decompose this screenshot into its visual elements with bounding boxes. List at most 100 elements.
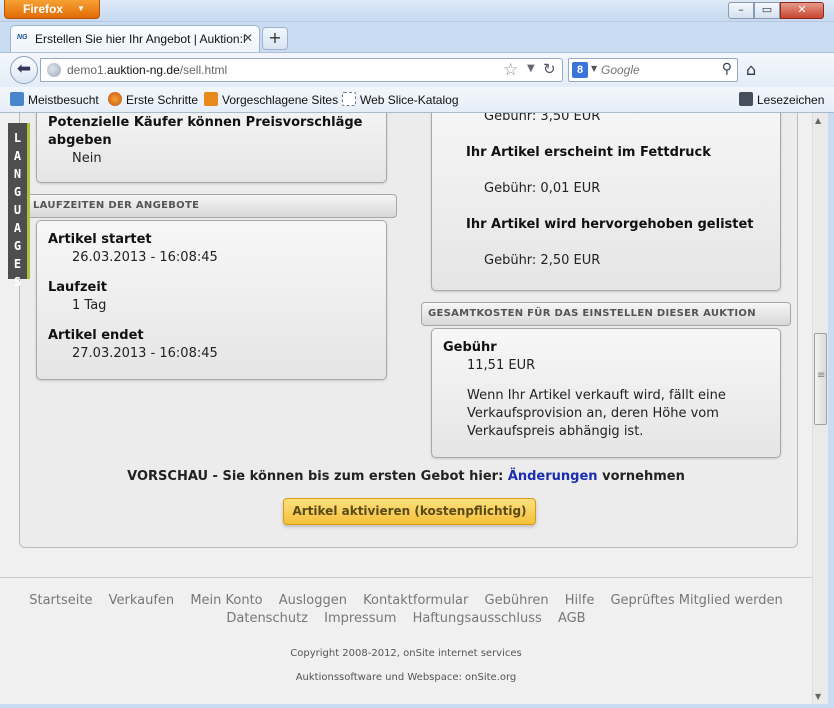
- footer-link-home[interactable]: Startseite: [29, 593, 92, 608]
- browser-tab[interactable]: NG Erstellen Sie hier Ihr Angebot | Aukt…: [10, 25, 260, 52]
- search-engine-icon[interactable]: 8: [572, 62, 588, 78]
- search-icon[interactable]: ⚲: [722, 61, 732, 77]
- navigation-toolbar: ⬅ demo1.auktion-ng.de/sell.html ☆ ▼ ↻ 8 …: [0, 52, 834, 87]
- back-arrow-icon: ⬅: [16, 59, 32, 79]
- lang-letter: N: [13, 167, 22, 181]
- lang-letter: G: [13, 185, 22, 199]
- site-favicon-icon: NG: [17, 34, 28, 41]
- tab-title: Erstellen Sie hier Ihr Angebot | Auktion…: [35, 32, 245, 46]
- preview-prefix: VORSCHAU - Sie können bis zum ersten Geb…: [127, 469, 508, 484]
- lang-letter: S: [13, 275, 22, 289]
- maximize-button[interactable]: ▭: [754, 2, 780, 19]
- firefox-menu-button[interactable]: Firefox ▼: [4, 0, 100, 19]
- search-bar[interactable]: 8 ▼ ⚲: [568, 58, 738, 82]
- new-tab-button[interactable]: +: [262, 27, 288, 50]
- price-offer-label-line2: abgeben: [48, 133, 112, 148]
- url-domain: auktion-ng.de: [107, 63, 180, 77]
- bold-option-label: Ihr Artikel erscheint im Fettdruck: [466, 145, 711, 160]
- scrollbar-thumb[interactable]: [814, 333, 827, 425]
- durations-panel: Artikel startet 26.03.2013 - 16:08:45 La…: [36, 220, 387, 380]
- highlight-option-fee: Gebühr: 2,50 EUR: [484, 253, 601, 268]
- end-label: Artikel endet: [48, 328, 144, 343]
- search-engine-dropdown-icon[interactable]: ▼: [591, 64, 597, 73]
- url-bar[interactable]: demo1.auktion-ng.de/sell.html ☆ ▼ ↻: [40, 58, 563, 82]
- close-window-button[interactable]: ✕: [780, 2, 824, 19]
- bookmarks-menu-button[interactable]: Lesezeichen: [739, 92, 824, 107]
- total-fee-label: Gebühr: [443, 340, 497, 355]
- bookmarks-star-icon: [739, 92, 753, 106]
- scroll-down-icon[interactable]: ▼: [815, 692, 821, 701]
- firefox-icon: [108, 92, 122, 106]
- url-path: /sell.html: [179, 63, 228, 77]
- globe-icon: [47, 63, 61, 77]
- bookmark-label: Web Slice-Katalog: [360, 93, 459, 107]
- url-text: demo1.auktion-ng.de/sell.html: [67, 63, 227, 77]
- most-visited-icon: [10, 92, 24, 106]
- minimize-button[interactable]: –: [728, 2, 754, 19]
- bookmark-most-visited[interactable]: Meistbesucht: [10, 92, 99, 107]
- bookmark-label: Erste Schritte: [126, 93, 199, 107]
- software-credit-text: Auktionssoftware und Webspace: onSite.or…: [295, 672, 517, 683]
- bookmark-star-icon[interactable]: ☆: [503, 60, 518, 80]
- price-offer-panel: Potenzielle Käufer können Preisvorschläg…: [36, 113, 387, 183]
- footer-link-disclaimer[interactable]: Haftungsausschluss: [413, 611, 542, 626]
- url-prefix: demo1.: [67, 63, 108, 77]
- fee-top-value: Gebühr: 3,50 EUR: [484, 113, 601, 124]
- total-costs-section-header: GESAMTKOSTEN FÜR DAS EINSTELLEN DIESER A…: [421, 302, 791, 326]
- start-value: 26.03.2013 - 16:08:45: [72, 250, 218, 265]
- commission-note-line3: Verkaufspreis abhängig ist.: [467, 424, 644, 439]
- bold-option-fee: Gebühr: 0,01 EUR: [484, 181, 601, 196]
- footer-link-logout[interactable]: Ausloggen: [279, 593, 347, 608]
- firefox-menu-label: Firefox: [23, 2, 64, 16]
- footer-links: Startseite Verkaufen Mein Konto Auslogge…: [0, 592, 812, 628]
- window-titlebar: Firefox ▼ – ▭ ✕: [0, 0, 834, 22]
- suggested-sites-icon: [204, 92, 218, 106]
- chevron-down-icon: ▼: [77, 4, 85, 13]
- bookmarks-menu-label: Lesezeichen: [757, 93, 825, 107]
- bookmark-suggested-sites[interactable]: Vorgeschlagene Sites: [204, 92, 338, 107]
- edit-changes-link[interactable]: Änderungen: [508, 469, 598, 484]
- bookmark-label: Meistbesucht: [28, 93, 99, 107]
- search-input[interactable]: [601, 62, 711, 78]
- tab-strip: NG Erstellen Sie hier Ihr Angebot | Aukt…: [0, 22, 834, 52]
- lang-letter: L: [13, 131, 22, 145]
- scroll-up-icon[interactable]: ▲: [815, 116, 821, 125]
- web-slice-icon: [342, 92, 356, 106]
- extras-panel: Gebühr: 3,50 EUR Ihr Artikel erscheint i…: [431, 113, 781, 291]
- footer-link-contact[interactable]: Kontaktformular: [363, 593, 468, 608]
- highlight-option-label: Ihr Artikel wird hervorgehoben gelistet: [466, 217, 754, 232]
- commission-note-line2: Verkaufsprovision an, deren Höhe vom: [467, 406, 719, 421]
- footer-link-terms[interactable]: AGB: [558, 611, 586, 626]
- footer-link-fees[interactable]: Gebühren: [485, 593, 549, 608]
- footer-link-account[interactable]: Mein Konto: [190, 593, 262, 608]
- copyright-text: Copyright 2008-2012, onSite internet ser…: [290, 648, 522, 659]
- languages-side-tab[interactable]: L A N G U A G E S: [8, 123, 30, 289]
- bookmark-web-slice[interactable]: Web Slice-Katalog: [342, 92, 459, 107]
- footer-link-verified-member[interactable]: Geprüftes Mitglied werden: [610, 593, 782, 608]
- price-offer-value: Nein: [72, 151, 102, 166]
- footer-links-row-1: Startseite Verkaufen Mein Konto Auslogge…: [0, 592, 812, 610]
- window-border: [0, 704, 834, 708]
- commission-note-line1: Wenn Ihr Artikel verkauft wird, fällt ei…: [467, 388, 726, 403]
- bookmark-label: Vorgeschlagene Sites: [222, 93, 339, 107]
- bookmark-getting-started[interactable]: Erste Schritte: [108, 92, 198, 107]
- page-viewport: Potenzielle Käufer können Preisvorschläg…: [0, 113, 812, 704]
- lang-letter: G: [13, 239, 22, 253]
- footer-link-imprint[interactable]: Impressum: [324, 611, 396, 626]
- activate-listing-button[interactable]: Artikel aktivieren (kostenpflichtig): [283, 498, 536, 525]
- lang-letter: A: [13, 149, 22, 163]
- start-label: Artikel startet: [48, 232, 152, 247]
- footer-link-privacy[interactable]: Datenschutz: [226, 611, 308, 626]
- home-icon[interactable]: ⌂: [746, 60, 756, 79]
- back-button[interactable]: ⬅: [10, 56, 38, 84]
- lang-letter: E: [13, 257, 22, 271]
- total-costs-panel: Gebühr 11,51 EUR Wenn Ihr Artikel verkau…: [431, 328, 781, 458]
- preview-notice: VORSCHAU - Sie können bis zum ersten Geb…: [0, 469, 812, 484]
- history-dropdown-icon[interactable]: ▼: [527, 63, 535, 74]
- bookmarks-toolbar: Meistbesucht Erste Schritte Vorgeschlage…: [0, 87, 834, 113]
- close-tab-icon[interactable]: ✕: [243, 31, 253, 45]
- vertical-scrollbar[interactable]: ▲ ▼: [812, 113, 828, 704]
- footer-link-sell[interactable]: Verkaufen: [109, 593, 175, 608]
- reload-icon[interactable]: ↻: [543, 60, 556, 78]
- footer-link-help[interactable]: Hilfe: [565, 593, 595, 608]
